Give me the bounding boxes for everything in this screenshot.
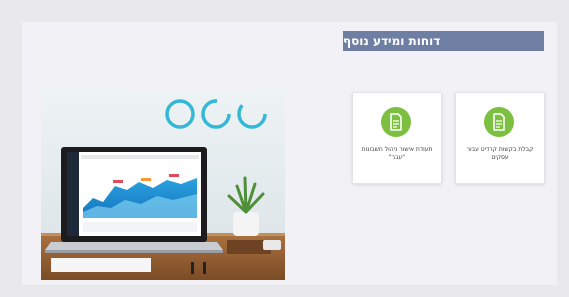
document-icon [484, 107, 514, 137]
card-label: תעודת אישור ניהול חשבונות "עבר" [361, 146, 433, 161]
section-title: דוחות ומידע נוסף [343, 34, 441, 48]
card-label: קבלת בקשות קרדיט עבור עסקים [466, 146, 534, 161]
hero-laptop-image [41, 90, 285, 280]
section-title-bar: דוחות ומידע נוסף [343, 31, 544, 51]
report-card-credit-requests[interactable]: קבלת בקשות קרדיט עבור עסקים [455, 92, 545, 184]
document-icon [381, 107, 411, 137]
report-card-account-certificate[interactable]: תעודת אישור ניהול חשבונות "עבר" [352, 92, 442, 184]
